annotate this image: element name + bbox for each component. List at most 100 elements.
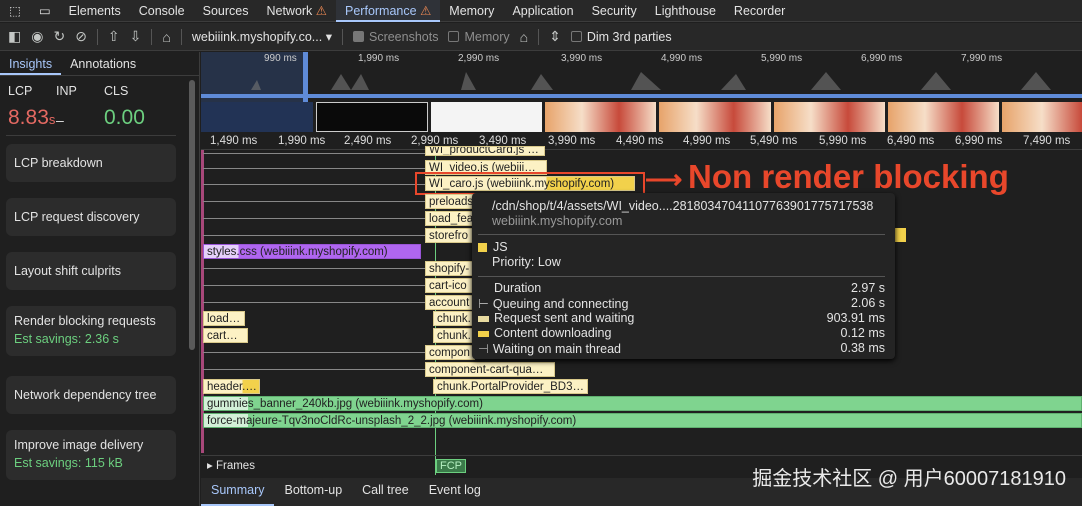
dim-3rd-parties-checkbox[interactable]: Dim 3rd parties	[570, 30, 672, 44]
ruler-tick: 1,490 ms	[210, 135, 258, 147]
ruler-tick: 5,490 ms	[750, 135, 798, 147]
tab-event-log[interactable]: Event log	[419, 478, 491, 506]
sidebar-scrollbar[interactable]	[189, 80, 195, 350]
upload-icon[interactable]: ⇧	[108, 28, 120, 45]
network-request-bar[interactable]: load_fea	[425, 211, 475, 226]
row-label: Duration	[494, 281, 542, 295]
divider	[478, 276, 885, 277]
network-request-bar[interactable]: load…	[203, 311, 245, 326]
ruler-tick: 4,990 ms	[683, 135, 731, 147]
home-icon[interactable]: ⌂	[162, 29, 170, 45]
screenshots-checkbox[interactable]: Screenshots	[352, 29, 439, 44]
insight-render-blocking-requests[interactable]: Render blocking requests Est savings: 2.3…	[6, 306, 176, 356]
row-label: Queuing and connecting	[492, 297, 629, 311]
tab-bottom-up[interactable]: Bottom-up	[274, 478, 352, 506]
row-value: 903.91 ms	[826, 311, 885, 325]
request-wire	[203, 369, 425, 370]
network-request-bar[interactable]: WI_productCard.js …	[425, 146, 545, 156]
divider	[6, 135, 176, 136]
tab-security[interactable]: Security	[583, 0, 646, 22]
request-wire	[203, 235, 425, 236]
insight-improve-image-delivery[interactable]: Improve image delivery Est savings: 115 k…	[6, 430, 176, 480]
tab-call-tree[interactable]: Call tree	[352, 478, 419, 506]
tab-annotations[interactable]: Annotations	[61, 52, 145, 75]
memory-checkbox[interactable]: Memory	[448, 30, 510, 44]
tab-network[interactable]: Network ⚠	[257, 0, 336, 22]
network-overview-bar	[201, 94, 1082, 98]
lcp-number: 8.83	[8, 106, 49, 129]
network-request-bar[interactable]: cart-ico	[425, 278, 475, 293]
network-request-bar[interactable]: chunk.PortalProvider_BD3…	[433, 379, 588, 394]
fcp-marker[interactable]: FCP	[436, 459, 466, 473]
tab-lighthouse[interactable]: Lighthouse	[646, 0, 725, 22]
request-wire	[203, 352, 425, 353]
network-request-bar-css[interactable]: styles.css (webiiink.myshopify.com)	[203, 244, 421, 259]
tab-summary[interactable]: Summary	[201, 478, 275, 506]
download-icon[interactable]: ⇩	[130, 28, 142, 45]
network-request-bar[interactable]: storefro	[425, 228, 475, 243]
sidebar-toggle-icon[interactable]: ◧	[8, 28, 21, 45]
lcp-value[interactable]: 8.83s	[8, 106, 55, 130]
clear-icon[interactable]: ⊘	[75, 28, 87, 45]
network-request-bar[interactable]: component-cart-qua…	[425, 362, 555, 377]
cls-value[interactable]: 0.00	[104, 106, 145, 130]
waiting-swatch-icon	[478, 316, 489, 322]
request-wire	[203, 268, 425, 269]
network-request-bar[interactable]: preloads	[425, 194, 475, 209]
request-wire	[203, 302, 425, 303]
ruler-tick: 7,490 ms	[1023, 135, 1071, 147]
network-request-bar[interactable]: cart…	[203, 328, 248, 343]
tab-console[interactable]: Console	[130, 0, 194, 22]
warning-icon: ⚠	[315, 3, 328, 18]
annotation-highlight-box	[415, 172, 645, 195]
tooltip-url: /cdn/shop/t/4/assets/WI_video....2818034…	[492, 199, 874, 213]
screenshot-thumb	[201, 102, 314, 132]
network-request-bar[interactable]: compon	[425, 345, 475, 360]
tab-application[interactable]: Application	[503, 0, 582, 22]
tab-label: Network	[266, 3, 313, 18]
insight-layout-shift-culprits[interactable]: Layout shift culprits	[6, 252, 176, 290]
tab-elements[interactable]: Elements	[60, 0, 130, 22]
insight-title: Render blocking requests	[14, 314, 156, 328]
time-ruler: 1,490 ms 1,990 ms 2,490 ms 2,990 ms 3,49…	[201, 133, 1082, 150]
insight-lcp-breakdown[interactable]: LCP breakdown	[6, 144, 176, 182]
divider	[341, 28, 343, 45]
divider	[478, 234, 885, 235]
checkbox-icon	[570, 31, 582, 42]
divider	[538, 28, 540, 45]
tab-sources[interactable]: Sources	[194, 0, 258, 22]
inp-label: INP	[56, 84, 77, 98]
tab-insights[interactable]: Insights	[0, 52, 62, 75]
ruler-tick: 4,490 ms	[616, 135, 664, 147]
network-request-bar[interactable]: shopify-	[425, 261, 475, 276]
record-icon[interactable]: ◉	[31, 28, 43, 45]
watermark: 掘金技术社区 @ 用户60007181910	[752, 468, 1066, 490]
expand-arrow-icon: ▸	[207, 460, 216, 472]
insight-savings: Est savings: 2.36 s	[14, 332, 119, 346]
settings-split-icon[interactable]: ⇕	[549, 28, 561, 45]
divider	[96, 28, 98, 45]
screenshot-strip	[201, 102, 1082, 132]
timeline-overview[interactable]: 990 ms 1,990 ms 2,990 ms 3,990 ms 4,990 …	[201, 52, 1082, 132]
annotation-arrow-icon: ⟶	[645, 164, 683, 194]
insight-lcp-request-discovery[interactable]: LCP request discovery	[6, 198, 176, 236]
tab-memory[interactable]: Memory	[440, 0, 503, 22]
broom-icon[interactable]: ⌂	[520, 29, 528, 45]
network-request-bar[interactable]: account	[425, 295, 475, 310]
tab-performance[interactable]: Performance ⚠	[336, 0, 441, 22]
network-request-bar[interactable]: header.…	[203, 379, 260, 394]
ruler-tick: 1,990 ms	[278, 135, 326, 147]
screenshot-thumb	[316, 102, 428, 132]
reload-icon[interactable]: ↻	[53, 28, 65, 45]
tab-recorder[interactable]: Recorder	[725, 0, 794, 22]
inspect-icon[interactable]: ⬚	[0, 0, 30, 22]
screenshot-thumb	[1002, 102, 1082, 132]
insight-network-dependency-tree[interactable]: Network dependency tree	[6, 376, 176, 414]
request-wire	[203, 285, 425, 286]
warning-icon: ⚠	[420, 3, 432, 18]
device-toggle-icon[interactable]: ▭	[30, 0, 60, 22]
network-request-bar-image[interactable]: force-majeure-Tqv3noCldRc-unsplash_2_2.j…	[203, 413, 1082, 428]
network-request-bar-image[interactable]: gummies_banner_240kb.jpg (webiiink.mysho…	[203, 396, 1082, 411]
checkbox-label: Screenshots	[368, 29, 439, 44]
recording-select[interactable]: webiiink.myshopify.co... ▾	[192, 29, 332, 44]
